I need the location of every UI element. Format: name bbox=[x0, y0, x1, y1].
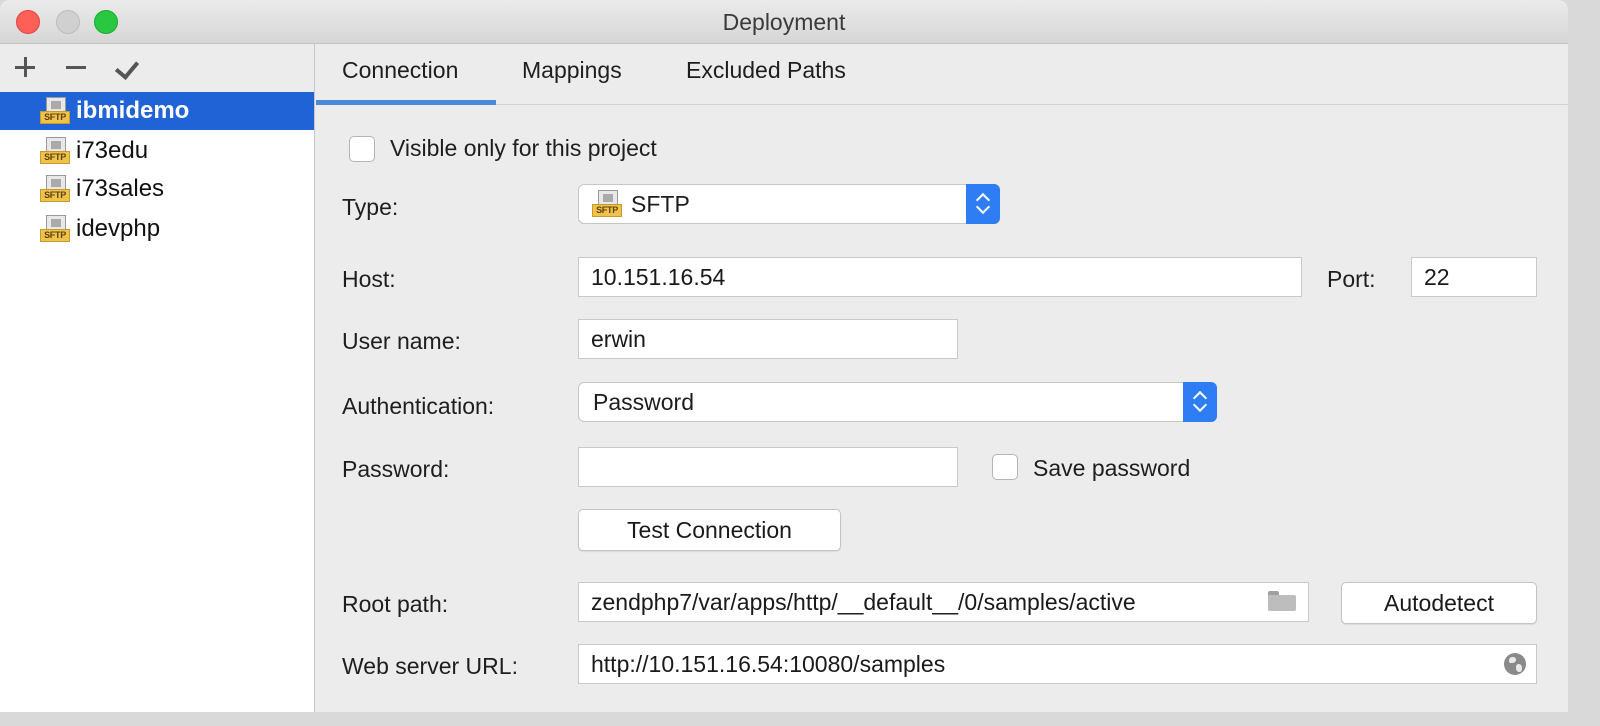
tab-excluded-paths[interactable]: Excluded Paths bbox=[686, 57, 846, 84]
minus-icon[interactable] bbox=[62, 54, 90, 82]
port-input[interactable]: 22 bbox=[1411, 257, 1537, 297]
server-name: i73edu bbox=[76, 137, 149, 164]
server-item-i73sales[interactable]: SFTP i73sales bbox=[0, 170, 314, 208]
plus-icon[interactable] bbox=[12, 54, 40, 82]
root-path-label: Root path: bbox=[342, 591, 449, 617]
password-input[interactable] bbox=[578, 447, 958, 487]
web-server-url-input[interactable]: http://10.151.16.54:10080/samples bbox=[578, 644, 1537, 684]
server-name: ibmidemo bbox=[76, 97, 190, 124]
save-password-label: Save password bbox=[1033, 455, 1191, 481]
deployment-window: Deployment SFTP ibmidemo SFTP i73edu SFT… bbox=[0, 0, 1568, 712]
test-connection-button[interactable]: Test Connection bbox=[578, 509, 841, 551]
server-item-i73edu[interactable]: SFTP i73edu bbox=[0, 132, 314, 170]
authentication-value: Password bbox=[593, 389, 694, 415]
sftp-server-icon: SFTP bbox=[40, 175, 70, 203]
sftp-server-icon: SFTP bbox=[40, 215, 70, 243]
globe-icon[interactable] bbox=[1504, 653, 1526, 675]
host-input[interactable]: 10.151.16.54 bbox=[578, 257, 1302, 297]
user-name-label: User name: bbox=[342, 328, 461, 354]
authentication-label: Authentication: bbox=[342, 393, 495, 419]
port-label: Port: bbox=[1327, 266, 1376, 292]
sftp-server-icon: SFTP bbox=[40, 137, 70, 165]
connection-panel: Connection Mappings Excluded Paths Visib… bbox=[316, 44, 1568, 712]
user-name-input[interactable]: erwin bbox=[578, 319, 958, 359]
type-label: Type: bbox=[342, 194, 399, 220]
chevron-updown-icon bbox=[1183, 382, 1217, 422]
server-name: idevphp bbox=[76, 215, 161, 242]
password-label: Password: bbox=[342, 456, 450, 482]
type-select[interactable]: SFTP SFTP bbox=[578, 184, 1000, 224]
sftp-server-icon: SFTP bbox=[40, 97, 70, 125]
folder-icon[interactable] bbox=[1268, 591, 1298, 613]
checkmark-icon[interactable] bbox=[114, 54, 142, 82]
root-path-input[interactable]: zendphp7/var/apps/http/__default__/0/sam… bbox=[578, 582, 1309, 622]
autodetect-button[interactable]: Autodetect bbox=[1341, 582, 1537, 624]
authentication-select[interactable]: Password bbox=[578, 382, 1217, 422]
type-value: SFTP bbox=[631, 191, 690, 217]
tab-mappings[interactable]: Mappings bbox=[522, 57, 622, 84]
title-bar: Deployment bbox=[0, 0, 1568, 44]
tab-connection[interactable]: Connection bbox=[342, 57, 458, 84]
chevron-updown-icon bbox=[966, 184, 1000, 224]
active-tab-indicator bbox=[316, 100, 496, 105]
server-item-ibmidemo[interactable]: SFTP ibmidemo bbox=[0, 92, 314, 130]
host-label: Host: bbox=[342, 266, 396, 292]
root-path-value: zendphp7/var/apps/http/__default__/0/sam… bbox=[591, 589, 1136, 615]
server-item-idevphp[interactable]: SFTP idevphp bbox=[0, 210, 314, 248]
window-title: Deployment bbox=[722, 9, 846, 35]
save-password-checkbox[interactable] bbox=[992, 454, 1018, 480]
web-server-url-value: http://10.151.16.54:10080/samples bbox=[591, 651, 946, 677]
sftp-type-icon: SFTP bbox=[592, 190, 622, 218]
server-sidebar: SFTP ibmidemo SFTP i73edu SFTP i73sales … bbox=[0, 44, 315, 712]
tab-bar: Connection Mappings Excluded Paths bbox=[316, 44, 1568, 105]
server-list: SFTP ibmidemo SFTP i73edu SFTP i73sales … bbox=[0, 92, 314, 712]
server-name: i73sales bbox=[76, 175, 165, 202]
visible-only-checkbox[interactable] bbox=[349, 136, 375, 162]
web-server-url-label: Web server URL: bbox=[342, 653, 518, 679]
sidebar-toolbar bbox=[0, 44, 314, 92]
visible-only-label: Visible only for this project bbox=[390, 135, 657, 161]
